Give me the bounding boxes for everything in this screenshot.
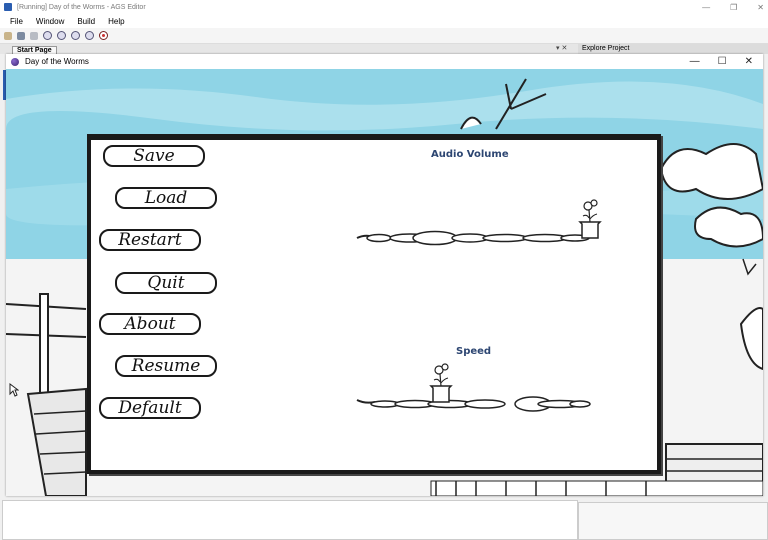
save-button[interactable]: Save [103, 145, 205, 167]
worm-track-speed [370, 396, 591, 412]
minimize-icon[interactable]: — [702, 3, 710, 12]
close-icon[interactable]: ✕ [745, 56, 753, 67]
about-button[interactable]: About [99, 313, 201, 335]
restart-button[interactable]: Restart [99, 229, 201, 251]
menu-window[interactable]: Window [36, 17, 64, 26]
resume-button[interactable]: Resume [115, 355, 217, 377]
menubar: File Window Build Help [0, 14, 768, 28]
audio-volume-handle-flowerpot[interactable] [577, 198, 603, 240]
game-icon [11, 57, 19, 66]
play-icon[interactable] [43, 31, 52, 40]
game-window-titlebar: Day of the Worms — ☐ ✕ [6, 54, 763, 69]
toolbar [0, 28, 768, 44]
maximize-icon[interactable]: ☐ [718, 56, 727, 67]
speed-heading: Speed [456, 346, 492, 357]
ags-app-icon [4, 3, 12, 11]
properties-pane [578, 502, 768, 540]
record-icon[interactable] [99, 31, 108, 40]
worm-track-audio [366, 230, 590, 246]
game-window-controls: — ☐ ✕ [690, 54, 753, 69]
options-panel: Save Load Restart Quit About Resume Defa… [87, 134, 661, 474]
save-all-icon[interactable] [30, 31, 38, 40]
tab-close-icon[interactable]: ▾ ✕ [556, 44, 567, 52]
stop-icon[interactable] [85, 31, 94, 40]
close-icon[interactable]: ✕ [757, 3, 764, 12]
menu-build[interactable]: Build [77, 17, 95, 26]
game-scene: Save Load Restart Quit About Resume Defa… [6, 69, 763, 496]
minimize-icon[interactable]: — [690, 56, 700, 67]
quit-button[interactable]: Quit [115, 272, 217, 294]
menu-help[interactable]: Help [108, 17, 124, 26]
speed-slider[interactable] [355, 394, 595, 414]
pause-icon[interactable] [71, 31, 80, 40]
document-tabstrip: Start Page ▾ ✕ [0, 44, 578, 55]
mouse-cursor-icon [9, 383, 19, 397]
open-folder-icon[interactable] [4, 31, 12, 40]
save-icon[interactable] [17, 31, 25, 40]
output-pane [2, 500, 578, 540]
menu-file[interactable]: File [10, 17, 23, 26]
load-button[interactable]: Load [115, 187, 217, 209]
game-window-title: Day of the Worms [25, 57, 89, 66]
game-window: Day of the Worms — ☐ ✕ Save Load Restart… [6, 54, 763, 496]
editor-title: [Running] Day of the Worms - AGS Editor [17, 3, 146, 11]
editor-titlebar: [Running] Day of the Worms - AGS Editor … [0, 0, 768, 14]
audio-volume-heading: Audio Volume [431, 149, 509, 160]
restore-icon[interactable]: ❐ [730, 3, 737, 12]
explore-project-panel-header: Explore Project [578, 44, 768, 54]
editor-window-controls: — ❐ ✕ [702, 0, 764, 14]
step-icon[interactable] [57, 31, 66, 40]
speed-handle-flowerpot[interactable] [428, 362, 454, 404]
default-button[interactable]: Default [99, 397, 201, 419]
audio-volume-slider[interactable] [355, 228, 607, 248]
